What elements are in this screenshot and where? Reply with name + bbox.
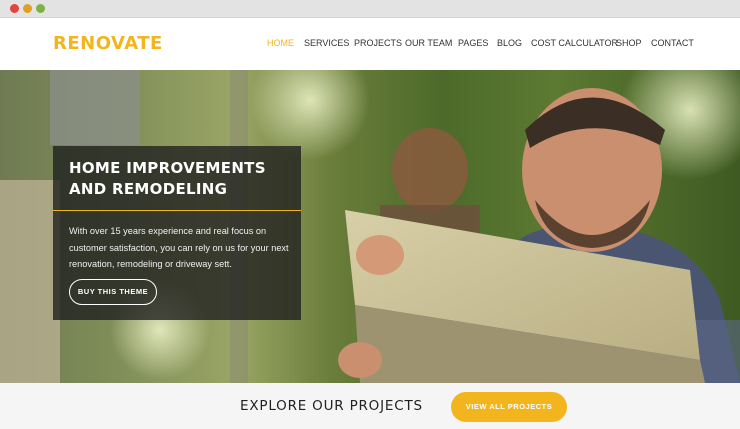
hero-caption-box: HOME IMPROVEMENTS AND REMODELING With ov…	[53, 146, 301, 320]
nav-item-home[interactable]: HOME	[267, 38, 294, 48]
buy-theme-button[interactable]: BUY THIS THEME	[69, 279, 157, 305]
hero-description: With over 15 years experience and real f…	[69, 226, 289, 269]
minimize-window-button[interactable]	[23, 4, 32, 13]
explore-heading: EXPLORE OUR PROJECTS	[240, 398, 423, 414]
nav-item-contact[interactable]: CONTACT	[651, 38, 694, 48]
nav-item-services[interactable]: SERVICES	[304, 38, 349, 48]
maximize-window-button[interactable]	[36, 4, 45, 13]
nav-item-blog[interactable]: BLOG	[497, 38, 522, 48]
site-header: RENOVATE HOME SERVICES PROJECTS OUR TEAM…	[0, 18, 740, 70]
nav-item-pages[interactable]: PAGES	[458, 38, 488, 48]
browser-titlebar	[0, 0, 740, 18]
nav-item-shop[interactable]: SHOP	[616, 38, 642, 48]
nav-item-projects[interactable]: PROJECTS	[354, 38, 402, 48]
nav-item-cost-calculator[interactable]: COST CALCULATOR	[531, 38, 618, 48]
projects-bar: EXPLORE OUR PROJECTS VIEW ALL PROJECTS	[0, 383, 740, 429]
main-nav: HOME SERVICES PROJECTS OUR TEAM PAGES BL…	[0, 38, 740, 50]
nav-item-our-team[interactable]: OUR TEAM	[405, 38, 452, 48]
hero-title: HOME IMPROVEMENTS AND REMODELING	[69, 159, 266, 198]
hero-divider	[53, 210, 301, 211]
close-window-button[interactable]	[10, 4, 19, 13]
hero-section: HOME IMPROVEMENTS AND REMODELING With ov…	[0, 70, 740, 383]
view-all-projects-button[interactable]: VIEW ALL PROJECTS	[451, 392, 567, 422]
